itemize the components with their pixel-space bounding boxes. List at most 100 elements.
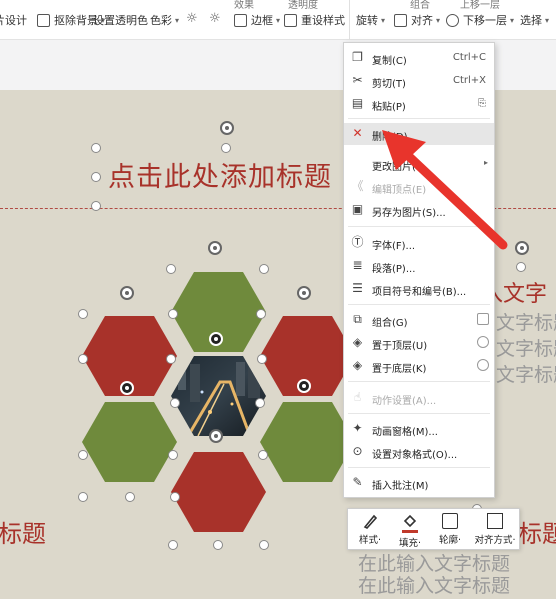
- outline-label: 轮廓: [438, 535, 458, 546]
- menu-separator: [348, 467, 490, 468]
- resize-handle[interactable]: [168, 450, 178, 460]
- hexagon-bottom-red[interactable]: [171, 452, 266, 532]
- resize-handle[interactable]: [221, 143, 231, 153]
- set-transparent-button[interactable]: 设置透明色: [93, 12, 148, 28]
- annotation-arrow: [382, 130, 508, 250]
- ungroup-icon[interactable]: [477, 313, 489, 325]
- menu-item-bring-to-front[interactable]: ◈ 置于顶层(U): [344, 332, 494, 354]
- set-transparent-label: 设置透明色: [93, 14, 148, 27]
- rotate-handle[interactable]: [297, 286, 311, 300]
- menu-item-format-object[interactable]: ⊙ 设置对象格式(O)...: [344, 441, 494, 463]
- menu-item-insert-comment[interactable]: ✎ 插入批注(M): [344, 472, 494, 494]
- menu-item-bullets[interactable]: ☰ 项目符号和编号(B)...: [344, 278, 494, 300]
- chevron-down-icon: ▾: [276, 15, 281, 25]
- style-label: 样式: [358, 535, 378, 546]
- chevron-down-icon: ·: [512, 535, 516, 546]
- bullets-icon: ☰: [352, 281, 363, 295]
- align-label: 对齐: [411, 14, 433, 27]
- resize-handle[interactable]: [78, 492, 88, 502]
- rotate-handle[interactable]: [209, 429, 223, 443]
- resize-handle[interactable]: [168, 540, 178, 550]
- resize-handle[interactable]: [170, 398, 180, 408]
- resize-handle[interactable]: [166, 264, 176, 274]
- menu-separator: [348, 381, 490, 382]
- chevron-down-icon: ▾: [510, 15, 515, 25]
- menu-item-copy[interactable]: ❐ 复制(C) Ctrl+C: [344, 47, 494, 69]
- city-photo[interactable]: [170, 356, 268, 438]
- brightness-down-button[interactable]: ☼: [209, 12, 223, 25]
- menu-item-cut[interactable]: ✂ 剪切(T) Ctrl+X: [344, 70, 494, 92]
- resize-handle[interactable]: [78, 354, 88, 364]
- align-mode-button[interactable]: 对齐方式·: [470, 513, 520, 546]
- menu-item-label: 组合(G): [372, 318, 408, 329]
- right-text-4: 文字标题: [496, 364, 556, 386]
- paste-options-icon[interactable]: ⎘: [478, 98, 486, 109]
- resize-handle[interactable]: [170, 492, 180, 502]
- hexagon-right-green[interactable]: [260, 402, 355, 482]
- rotate-handle[interactable]: [297, 379, 311, 393]
- context-menu: ❐ 复制(C) Ctrl+C ✂ 剪切(T) Ctrl+X ▤ 粘贴(P) ⎘ …: [343, 42, 495, 498]
- menu-item-shortcut: Ctrl+X: [452, 75, 486, 86]
- rotate-button[interactable]: 旋转 ▾: [356, 12, 385, 28]
- send-back-icon: ◈: [352, 358, 363, 372]
- bring-forward-icon[interactable]: [477, 336, 489, 348]
- rotate-handle[interactable]: [120, 286, 134, 300]
- brightness-down-icon: ☼: [209, 11, 221, 26]
- right-text-2: 文字标题: [496, 312, 556, 334]
- select-button[interactable]: 选择 ▾: [520, 12, 549, 28]
- send-backward-label: 下移一层: [463, 14, 507, 27]
- border-button[interactable]: 边框 ▾: [234, 12, 280, 28]
- paragraph-icon: ≣: [352, 258, 363, 272]
- send-backward-icon[interactable]: [477, 359, 489, 371]
- resize-handle[interactable]: [258, 450, 268, 460]
- menu-item-label: 复制(C): [372, 56, 407, 67]
- menu-item-send-to-back[interactable]: ◈ 置于底层(K): [344, 355, 494, 377]
- rotate-handle[interactable]: [220, 121, 234, 135]
- menu-item-group[interactable]: ⧉ 组合(G): [344, 309, 494, 331]
- hexagon-graphic[interactable]: [70, 232, 360, 562]
- resize-handle[interactable]: [91, 172, 101, 182]
- resize-handle[interactable]: [516, 262, 526, 272]
- layers-icon: [446, 13, 459, 27]
- picture-design-button[interactable]: 片设计: [0, 12, 27, 28]
- resize-handle[interactable]: [259, 540, 269, 550]
- resize-handle[interactable]: [255, 398, 265, 408]
- resize-handle[interactable]: [168, 309, 178, 319]
- right-text-3: 文字标题: [496, 338, 556, 360]
- bring-forward-label[interactable]: 上移一层: [460, 0, 500, 11]
- remove-background-label: 抠除背景: [54, 14, 98, 27]
- remove-bg-icon: [37, 13, 50, 27]
- align-button[interactable]: 对齐 ▾: [394, 12, 440, 28]
- effects-label[interactable]: 效果: [234, 0, 254, 11]
- rotate-handle[interactable]: [120, 381, 134, 395]
- group-icon: ⧉: [353, 312, 362, 326]
- rotate-handle[interactable]: [208, 241, 222, 255]
- title-placeholder[interactable]: 点击此处添加标题: [108, 155, 332, 194]
- resize-handle[interactable]: [91, 143, 101, 153]
- resize-handle[interactable]: [256, 309, 266, 319]
- resize-handle[interactable]: [78, 309, 88, 319]
- fill-button[interactable]: 填充·: [390, 513, 430, 549]
- menu-item-paste[interactable]: ▤ 粘贴(P) ⎘: [344, 93, 494, 115]
- group-label[interactable]: 组合: [410, 0, 430, 11]
- reset-style-button[interactable]: 重设样式: [284, 12, 345, 28]
- resize-handle[interactable]: [259, 264, 269, 274]
- style-button[interactable]: 样式·: [350, 513, 390, 546]
- color-button[interactable]: 色彩 ▾: [150, 12, 179, 28]
- resize-handle[interactable]: [78, 450, 88, 460]
- chevron-down-icon: ▾: [175, 15, 180, 25]
- rotate-handle[interactable]: [209, 332, 223, 346]
- resize-handle[interactable]: [166, 354, 176, 364]
- resize-handle[interactable]: [257, 354, 267, 364]
- transparency-label[interactable]: 透明度: [288, 0, 318, 11]
- outline-button[interactable]: 轮廓·: [430, 513, 470, 546]
- brightness-up-button[interactable]: ☼: [186, 12, 200, 25]
- rotate-label: 旋转: [356, 14, 378, 27]
- resize-handle[interactable]: [91, 201, 101, 211]
- resize-handle[interactable]: [213, 540, 223, 550]
- hexagon-left-green[interactable]: [82, 402, 177, 482]
- menu-item-label: 动作设置(A)...: [372, 396, 437, 407]
- send-backward-button[interactable]: 下移一层 ▾: [446, 12, 514, 28]
- resize-handle[interactable]: [125, 492, 135, 502]
- menu-item-animation-pane[interactable]: ✦ 动画窗格(M)...: [344, 418, 494, 440]
